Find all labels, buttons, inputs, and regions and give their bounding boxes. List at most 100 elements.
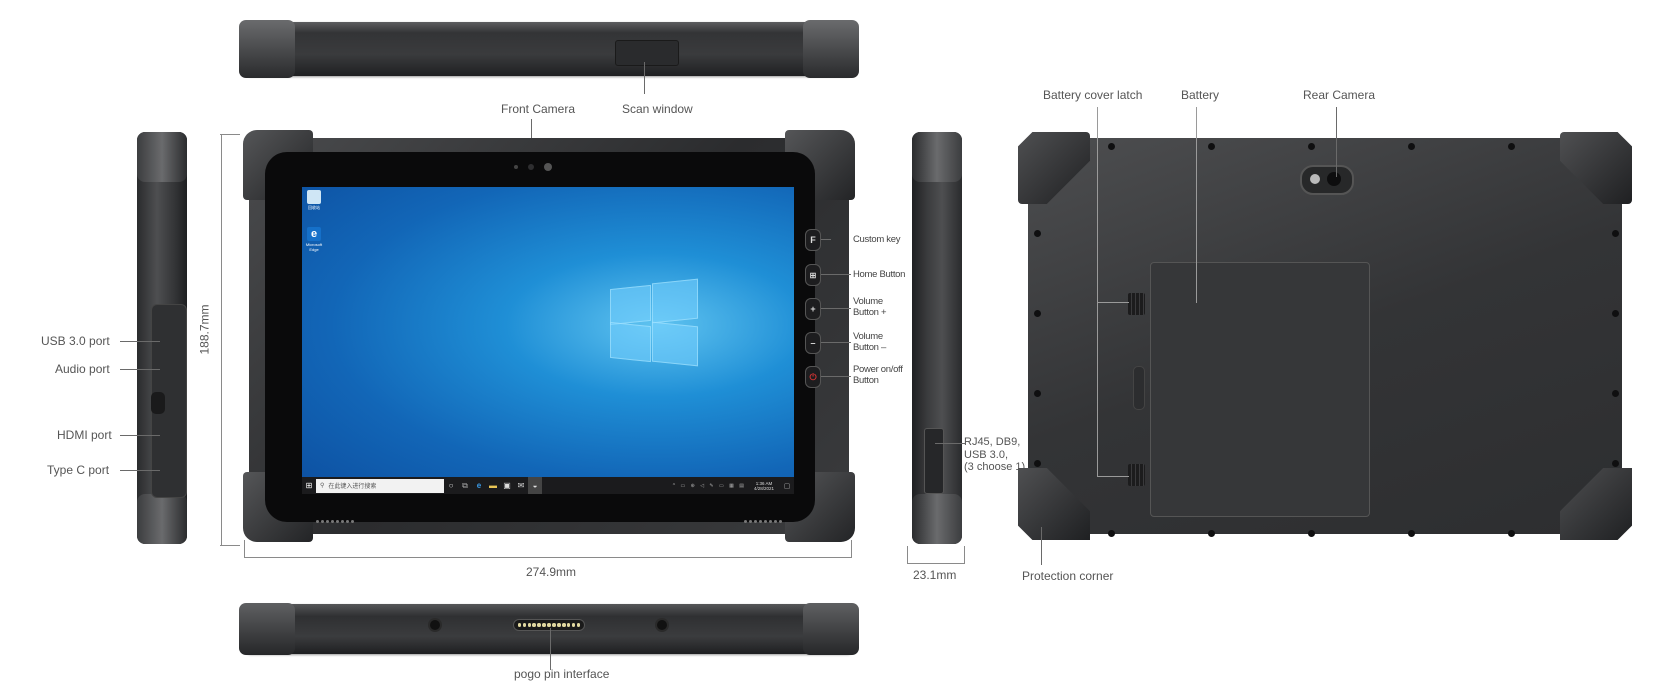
typec-leader-line	[120, 470, 160, 471]
screw-icon	[1308, 143, 1315, 150]
notification-icon[interactable]: ▢	[780, 477, 794, 494]
flash-icon	[1310, 174, 1320, 184]
hdmi-leader-line	[120, 435, 160, 436]
height-dimension-line	[221, 134, 222, 546]
tablet-left-side-view	[137, 132, 187, 544]
volume-down-button[interactable]: –	[805, 332, 821, 354]
power-button[interactable]: ⏻	[805, 366, 821, 388]
pogo-leader-line	[550, 628, 551, 670]
clock-date: 4/28/2021	[753, 485, 774, 491]
search-placeholder: 在此键入进行搜索	[328, 484, 377, 490]
screw-icon	[1612, 460, 1619, 467]
desktop-icon-recycle-bin[interactable]: 回收站	[305, 190, 323, 210]
taskbar-search-input[interactable]: ⚲ 在此键入进行搜索	[316, 478, 444, 493]
audio-port-label: Audio port	[55, 362, 110, 376]
screw-icon	[1108, 530, 1115, 537]
thickness-dimension-right-tick	[964, 546, 965, 564]
pogo-pin	[517, 623, 522, 627]
bottom-left-bumper	[239, 603, 295, 655]
screw-icon	[1612, 390, 1619, 397]
tablet-bottom-view	[239, 603, 859, 655]
mount-hole-left	[430, 620, 440, 630]
top-left-bumper	[239, 20, 295, 78]
screen[interactable]: 回收站 e Microsoft Edge ⊞ ⚲ 在此键入进行搜索 ○ ⧉ e …	[302, 187, 794, 494]
custom-key-button[interactable]: F	[805, 229, 821, 251]
system-tray-icons[interactable]: ^ ▭ ⊕ ◁ ✎ ▭ ▦ ▤	[673, 483, 746, 489]
height-dimension-top-tick	[220, 134, 240, 135]
pogo-pin	[552, 623, 556, 627]
speaker-grille-right	[744, 520, 782, 523]
hdmi-port-label: HDMI port	[57, 428, 112, 442]
screw-icon	[1034, 310, 1041, 317]
taskbar-clock[interactable]: 1:36 AM 4/28/2021	[754, 481, 774, 491]
pogo-pin	[562, 623, 566, 627]
pogo-pin	[547, 623, 551, 627]
volume-down-leader-line	[821, 342, 851, 343]
taskbar-edge-icon[interactable]: e	[472, 477, 486, 494]
recycle-bin-icon	[307, 190, 321, 204]
cortana-icon[interactable]: ○	[444, 477, 458, 494]
custom-key-leader-line	[821, 239, 831, 240]
volume-down-label: Volume Button –	[853, 331, 886, 353]
protection-corner-label: Protection corner	[1022, 569, 1114, 583]
expansion-port-label: RJ45, DB9, USB 3.0, (3 choose 1)	[964, 436, 1026, 473]
usb-port-label: USB 3.0 port	[41, 334, 110, 348]
width-dimension-label: 274.9mm	[526, 565, 577, 579]
width-dimension-line	[244, 557, 852, 558]
battery-pull-tab	[1133, 366, 1145, 410]
screw-icon	[1034, 390, 1041, 397]
rear-camera-leader-line	[1336, 107, 1337, 177]
custom-key-label: Custom key	[853, 234, 901, 245]
battery-cover-latch-label: Battery cover latch	[1043, 88, 1143, 102]
front-camera-lens-icon	[544, 163, 552, 171]
light-sensor-icon	[514, 165, 518, 169]
rear-camera-module	[1300, 165, 1354, 195]
pogo-pin	[532, 623, 536, 627]
mail-icon[interactable]: ✉	[514, 477, 528, 494]
screw-icon	[1408, 530, 1415, 537]
expansion-port	[924, 428, 944, 494]
power-leader-line	[821, 376, 851, 377]
right-side-bottom-bumper	[912, 494, 962, 544]
battery-cover	[1150, 262, 1370, 517]
pogo-pin-label: pogo pin interface	[514, 667, 610, 681]
pogo-pin	[571, 623, 576, 627]
edge-icon: e	[307, 227, 321, 241]
home-button[interactable]: ⊞	[805, 264, 821, 286]
pogo-pin	[527, 623, 532, 627]
height-dimension-bottom-tick	[220, 545, 240, 546]
typec-port-label: Type C port	[47, 463, 110, 477]
file-explorer-icon[interactable]: ▬	[486, 477, 500, 494]
scan-window-leader-line	[644, 62, 645, 94]
taskbar: ⊞ ⚲ 在此键入进行搜索 ○ ⧉ e ▬ ▣ ✉ ◒ ^ ▭ ⊕ ◁ ✎ ▭ ▦…	[302, 477, 794, 494]
screw-icon	[1034, 460, 1041, 467]
right-side-top-bumper	[912, 132, 962, 182]
volume-up-button[interactable]: +	[805, 298, 821, 320]
battery-leader-line	[1196, 107, 1197, 303]
task-view-icon[interactable]: ⧉	[458, 477, 472, 494]
volume-up-label: Volume Button +	[853, 296, 887, 318]
expansion-leader-line	[935, 443, 965, 444]
thickness-dimension-left-tick	[907, 546, 908, 564]
pogo-pin	[522, 623, 527, 627]
left-side-top-bumper	[137, 132, 187, 182]
battery-latch-bottom[interactable]	[1128, 464, 1145, 486]
screw-icon	[1034, 230, 1041, 237]
battery-latch-top[interactable]	[1128, 293, 1145, 315]
battery-latch-leader-bottom	[1097, 476, 1129, 477]
screw-icon	[1612, 230, 1619, 237]
start-button[interactable]: ⊞	[302, 477, 316, 494]
screw-icon	[1208, 143, 1215, 150]
store-icon[interactable]: ▣	[500, 477, 514, 494]
front-camera-label: Front Camera	[501, 102, 576, 116]
desktop-icon-edge[interactable]: e Microsoft Edge	[305, 227, 323, 252]
pogo-pin	[557, 623, 561, 627]
volume-up-leader-line	[821, 308, 851, 309]
width-dimension-left-tick	[244, 540, 245, 558]
screw-icon	[1308, 530, 1315, 537]
scan-window-label: Scan window	[622, 102, 693, 116]
power-label: Power on/off Button	[853, 364, 903, 386]
mount-hole-right	[657, 620, 667, 630]
speed-app-icon[interactable]: ◒	[528, 477, 542, 494]
home-button-leader-line	[821, 274, 851, 275]
